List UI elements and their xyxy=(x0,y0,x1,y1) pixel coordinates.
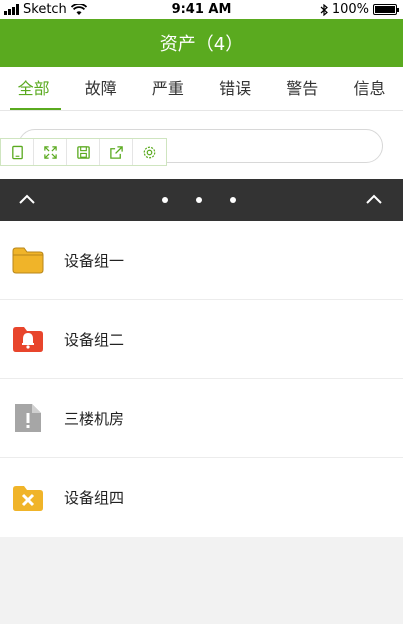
collapse-bar xyxy=(0,179,403,221)
floating-toolbar xyxy=(0,138,167,166)
list-item-label: 三楼机房 xyxy=(64,409,125,428)
expand-icon xyxy=(43,145,57,159)
list-item[interactable]: 设备组四 xyxy=(0,458,403,537)
folder-error-icon xyxy=(11,481,45,515)
page-icon xyxy=(11,145,23,159)
share-button[interactable] xyxy=(100,139,133,165)
settings-button[interactable] xyxy=(133,139,166,165)
more-dots[interactable] xyxy=(162,197,236,203)
list-item[interactable]: 设备组二 xyxy=(0,300,403,379)
list-item-label: 设备组四 xyxy=(64,489,125,507)
asset-list: 设备组一 设备组二 三楼机房 设备组四 xyxy=(0,221,403,537)
status-right: 100% xyxy=(320,2,399,17)
save-button[interactable] xyxy=(67,139,100,165)
tab-warning[interactable]: 警告 xyxy=(269,67,336,110)
screen: Sketch 9:41 AM 100% 资产（4） 全部 故障 严重 错误 警告… xyxy=(0,0,403,624)
status-bar: Sketch 9:41 AM 100% xyxy=(0,0,403,19)
bluetooth-icon xyxy=(320,3,328,16)
tab-bar: 全部 故障 严重 错误 警告 信息 xyxy=(0,67,403,111)
nav-bar: 资产（4） xyxy=(0,19,403,67)
file-warning-icon xyxy=(11,401,45,435)
page-button[interactable] xyxy=(1,139,34,165)
tab-error[interactable]: 错误 xyxy=(202,67,269,110)
tab-severe[interactable]: 严重 xyxy=(134,67,201,110)
battery-label: 100% xyxy=(331,2,369,17)
save-icon xyxy=(76,145,90,159)
tab-info[interactable]: 信息 xyxy=(336,67,403,110)
expand-button[interactable] xyxy=(34,139,67,165)
list-item[interactable]: 设备组一 xyxy=(0,221,403,300)
folder-icon xyxy=(11,243,45,277)
list-item-label: 设备组二 xyxy=(64,330,125,349)
folder-alarm-icon xyxy=(11,322,45,356)
list-item[interactable]: 三楼机房 xyxy=(0,379,403,458)
chevron-up-icon[interactable] xyxy=(16,189,38,211)
share-icon xyxy=(109,145,123,159)
list-item-label: 设备组一 xyxy=(64,251,125,270)
settings-icon xyxy=(143,146,156,158)
tab-all[interactable]: 全部 xyxy=(0,67,67,110)
chevron-up-icon[interactable] xyxy=(363,189,385,211)
battery-icon xyxy=(373,4,399,15)
tab-fault[interactable]: 故障 xyxy=(67,67,134,110)
page-title: 资产（4） xyxy=(159,34,244,55)
